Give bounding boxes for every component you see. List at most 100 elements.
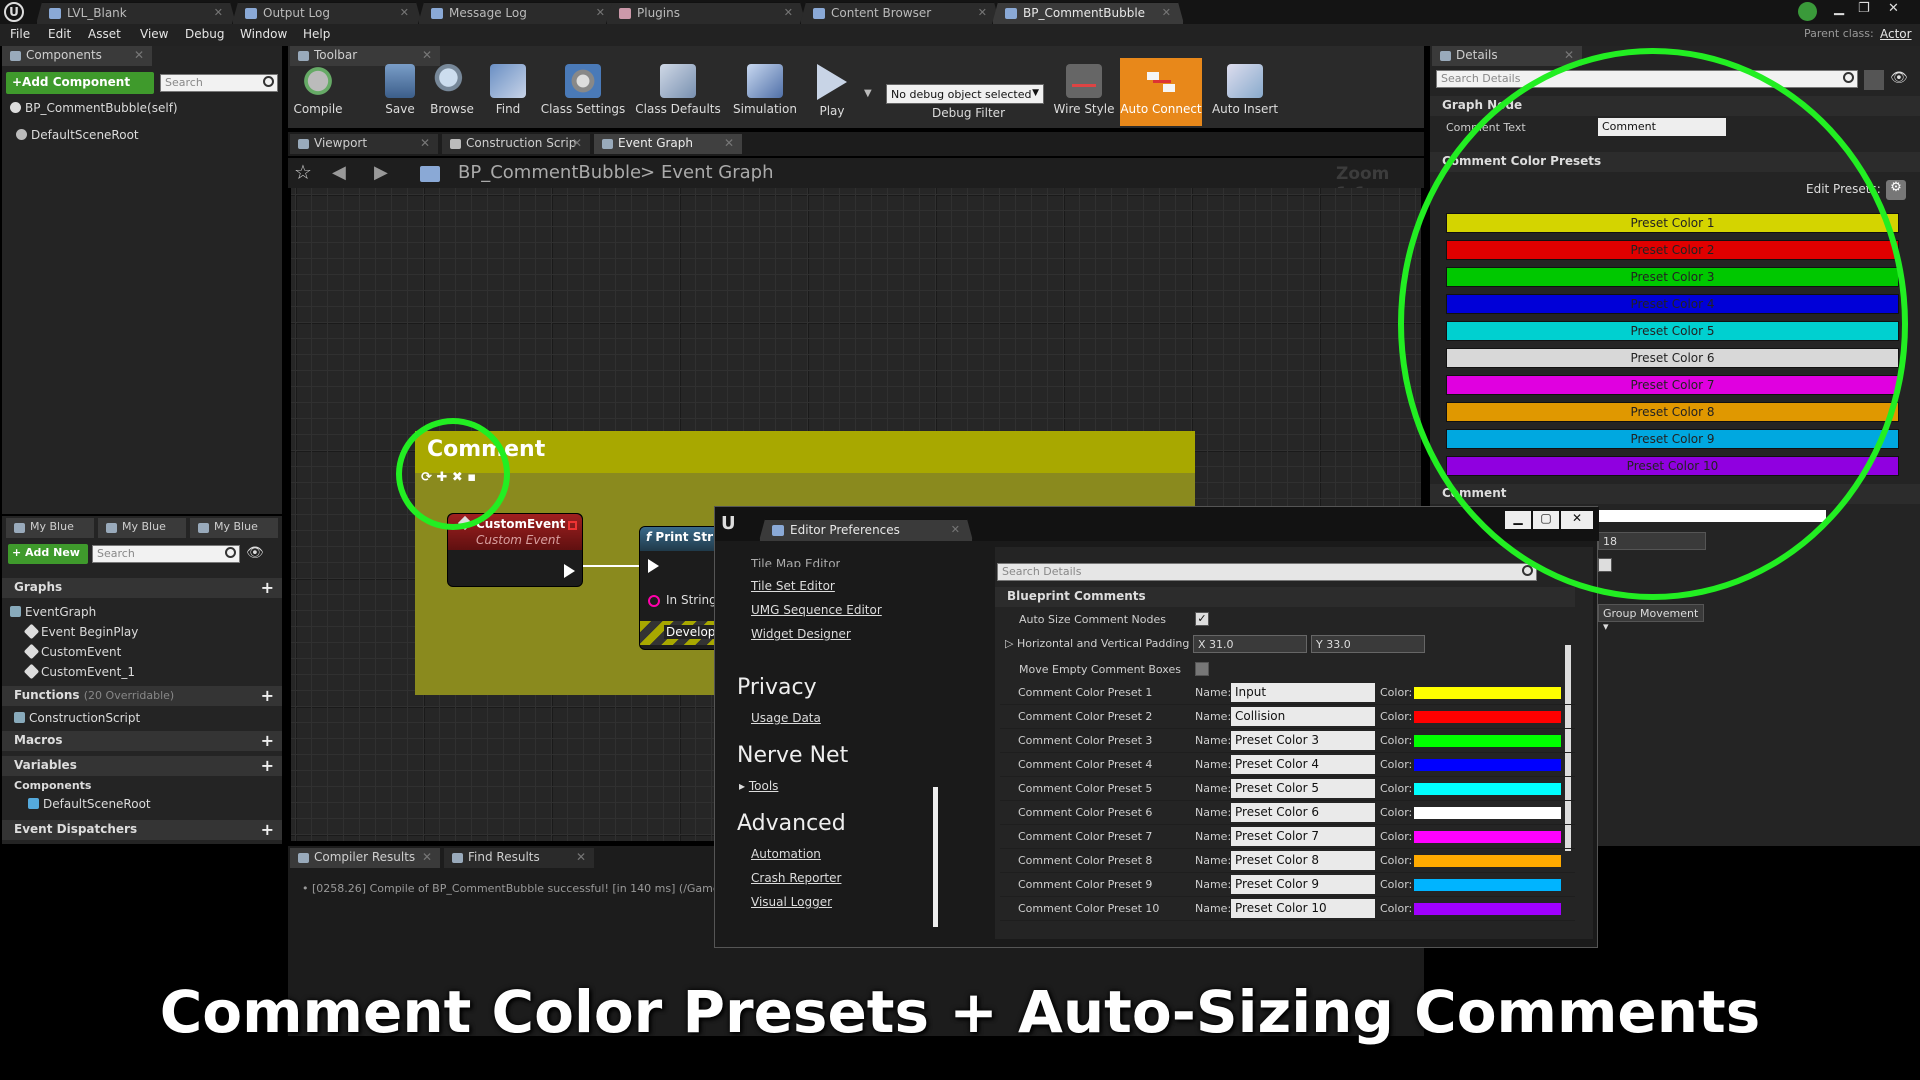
nav-link-umg-sequence-editor[interactable]: UMG Sequence Editor <box>751 603 882 617</box>
components-search-input[interactable]: Search <box>160 74 278 92</box>
nav-link-visual-logger[interactable]: Visual Logger <box>751 895 832 909</box>
close-icon[interactable]: ✕ <box>214 6 223 19</box>
preset-name-input[interactable]: Preset Color 9 <box>1231 875 1375 894</box>
eye-visibility-icon[interactable]: 👁 <box>1890 70 1908 86</box>
menu-edit[interactable]: Edit <box>48 27 71 41</box>
minimize-icon[interactable]: ▁ <box>1834 1 1844 16</box>
parent-class-link[interactable]: Actor <box>1880 27 1912 41</box>
my-blueprint-tab[interactable]: My Blue <box>98 518 186 538</box>
components-tab[interactable]: Components ✕ <box>2 46 152 66</box>
padding-x-input[interactable]: X 31.0 <box>1193 635 1307 653</box>
wire-style-button[interactable]: Wire Style <box>1052 58 1116 126</box>
close-icon[interactable]: ✕ <box>784 6 793 19</box>
nav-scrollbar[interactable] <box>933 787 938 927</box>
graph-item-eventgraph[interactable]: EventGraph <box>10 605 96 619</box>
variables-section[interactable]: Variables + <box>2 756 282 776</box>
delegate-pin-icon[interactable] <box>568 521 577 530</box>
component-default-scene-root[interactable]: DefaultSceneRoot <box>16 128 139 142</box>
close-icon[interactable]: ✕ <box>978 6 987 19</box>
print-string-node[interactable]: f Print Str In String Develop <box>639 526 721 650</box>
close-window-icon[interactable]: ✕ <box>1888 1 1899 16</box>
my-blueprint-tab[interactable]: My Blue <box>190 518 278 538</box>
preset-color-swatch[interactable] <box>1414 711 1561 723</box>
close-icon[interactable]: ✕ <box>951 523 960 536</box>
nav-link-usage-data[interactable]: Usage Data <box>751 711 821 725</box>
tab-compiler-results[interactable]: Compiler Results ✕ <box>290 848 440 868</box>
menu-asset[interactable]: Asset <box>88 27 121 41</box>
menu-window[interactable]: Window <box>240 27 287 41</box>
close-icon[interactable]: ✕ <box>596 6 605 19</box>
close-icon[interactable]: ✕ <box>134 48 144 62</box>
close-icon[interactable]: ✕ <box>1162 6 1171 19</box>
tab-lvl-blank[interactable]: LVL_Blank ✕ <box>36 2 236 24</box>
preset-color-swatch[interactable] <box>1414 879 1561 891</box>
add-new-button[interactable]: + Add New <box>8 544 88 564</box>
play-options-chevron-icon[interactable]: ▼ <box>864 88 872 99</box>
preset-color-swatch[interactable] <box>1414 831 1561 843</box>
functions-section[interactable]: Functions (20 Overridable) + <box>2 686 282 706</box>
prefs-search-input[interactable]: Search Details <box>997 563 1537 581</box>
gear-icon[interactable]: ⚙ <box>1886 180 1906 200</box>
tab-construction-script[interactable]: Construction Scrip ✕ <box>442 134 590 154</box>
tab-editor-preferences[interactable]: Editor Preferences ✕ <box>759 519 973 541</box>
nav-link-automation[interactable]: Automation <box>751 847 821 861</box>
auto-insert-button[interactable]: Auto Insert <box>1206 58 1284 126</box>
eye-visibility-icon[interactable]: 👁 <box>246 545 264 561</box>
menu-file[interactable]: File <box>10 27 30 41</box>
add-graph-icon[interactable]: + <box>261 578 274 597</box>
preset-name-input[interactable]: Preset Color 3 <box>1231 731 1375 750</box>
tab-event-graph[interactable]: Event Graph ✕ <box>594 134 742 154</box>
tab-find-results[interactable]: Find Results ✕ <box>444 848 594 868</box>
preset-name-input[interactable]: Preset Color 5 <box>1231 779 1375 798</box>
simulation-button[interactable]: Simulation <box>728 58 802 126</box>
close-icon[interactable]: ✕ <box>572 136 582 150</box>
preset-color-swatch[interactable] <box>1414 903 1561 915</box>
nav-link-crash-reporter[interactable]: Crash Reporter <box>751 871 841 885</box>
nav-link-tile-set-editor[interactable]: Tile Set Editor <box>751 579 835 593</box>
compile-button[interactable]: Compile <box>286 58 350 126</box>
class-defaults-button[interactable]: Class Defaults <box>632 58 724 126</box>
add-component-button[interactable]: +Add Component <box>6 72 154 94</box>
nav-link-tile-map-editor[interactable]: Tile Map Editor <box>751 557 840 567</box>
class-settings-button[interactable]: Class Settings <box>540 58 626 126</box>
close-icon[interactable]: ✕ <box>724 136 734 150</box>
nav-link-tools[interactable]: ▸ Tools <box>739 779 778 793</box>
menu-help[interactable]: Help <box>303 27 330 41</box>
components-subsection[interactable]: Components <box>14 779 91 792</box>
preset-color-swatch[interactable] <box>1414 759 1561 771</box>
component-self[interactable]: BP_CommentBubble(self) <box>10 101 178 115</box>
variable-item-defaultsceneroot[interactable]: DefaultSceneRoot <box>28 797 151 811</box>
preset-name-input[interactable]: Collision <box>1231 707 1375 726</box>
menu-debug[interactable]: Debug <box>185 27 224 41</box>
add-variable-icon[interactable]: + <box>261 756 274 775</box>
star-bookmark-icon[interactable]: ☆ <box>294 160 312 184</box>
source-control-icon[interactable] <box>1798 2 1817 21</box>
event-dispatchers-section[interactable]: Event Dispatchers + <box>2 820 282 840</box>
my-blueprint-search-input[interactable]: Search <box>92 545 240 563</box>
close-icon[interactable]: ✕ <box>422 850 432 864</box>
graph-item-beginplay[interactable]: Event BeginPlay <box>23 623 138 640</box>
tab-bp-commentbubble[interactable]: BP_CommentBubble ✕ <box>992 2 1184 24</box>
close-icon[interactable]: ✕ <box>1564 48 1574 62</box>
find-button[interactable]: Find <box>476 58 540 126</box>
graph-item-customevent[interactable]: CustomEvent <box>23 643 121 660</box>
comment-header[interactable]: Comment <box>415 431 1195 473</box>
preset-name-input[interactable]: Preset Color 7 <box>1231 827 1375 846</box>
close-icon[interactable]: ✕ <box>400 6 409 19</box>
my-blueprint-tab[interactable]: My Blue <box>6 518 94 538</box>
preset-name-input[interactable]: Preset Color 8 <box>1231 851 1375 870</box>
blueprint-comments-section[interactable]: Blueprint Comments <box>995 587 1575 607</box>
add-macro-icon[interactable]: + <box>261 731 274 750</box>
preset-name-input[interactable]: Preset Color 10 <box>1231 899 1375 918</box>
move-mode-select[interactable]: Group Movement ▾ <box>1598 604 1704 633</box>
close-icon[interactable]: ✕ <box>420 136 430 150</box>
add-dispatcher-icon[interactable]: + <box>261 820 274 839</box>
graphs-section[interactable]: Graphs + <box>2 578 282 598</box>
play-button[interactable]: Play <box>800 58 864 126</box>
browse-button[interactable]: Browse <box>420 58 484 126</box>
preset-name-input[interactable]: Preset Color 6 <box>1231 803 1375 822</box>
breadcrumb-root[interactable]: BP_CommentBubble <box>458 162 641 183</box>
function-item-constructionscript[interactable]: ConstructionScript <box>14 711 140 725</box>
nav-link-widget-designer[interactable]: Widget Designer <box>751 627 851 641</box>
tab-message-log[interactable]: Message Log ✕ <box>418 2 618 24</box>
